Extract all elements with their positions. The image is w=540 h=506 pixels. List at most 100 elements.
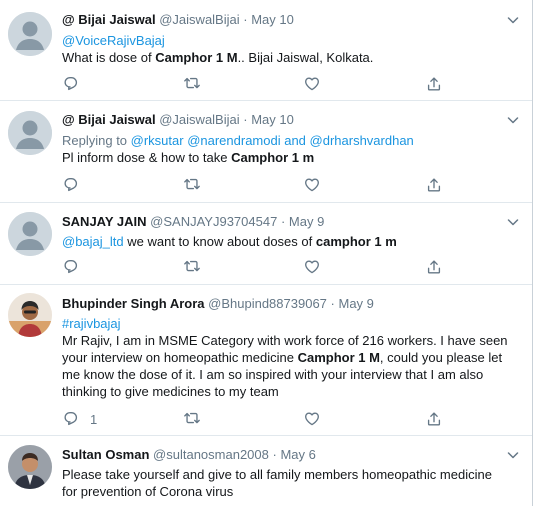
retweet-icon — [184, 412, 200, 424]
separator-dot: · — [280, 214, 286, 229]
text-line: me know the dose of it. I am so inspired… — [62, 367, 484, 382]
like-button[interactable] — [303, 176, 321, 194]
tweet-date[interactable]: May 10 — [251, 12, 294, 27]
reply-icon — [64, 77, 78, 91]
like-button[interactable] — [303, 75, 321, 93]
retweet-button[interactable] — [183, 75, 201, 93]
retweet-button[interactable] — [183, 176, 201, 194]
tweet-item[interactable]: Bhupinder Singh Arora @Bhupind88739067 ·… — [0, 285, 532, 436]
reply-icon — [64, 260, 78, 274]
separator-dot: · — [330, 296, 335, 311]
retweet-icon — [184, 178, 200, 190]
chevron-down-icon[interactable] — [506, 113, 520, 127]
avatar[interactable] — [8, 212, 52, 256]
text-line: Mr Rajiv, I am in MSME Category with wor… — [62, 333, 508, 348]
share-icon — [427, 260, 441, 274]
replying-to-label: Replying to — [62, 133, 131, 148]
reply-button[interactable] — [62, 258, 80, 276]
default-avatar-icon — [8, 111, 52, 155]
share-icon — [427, 412, 441, 426]
tweet-item[interactable]: @ Bijai Jaiswal @JaiswalBijai · May 10 @… — [0, 0, 532, 101]
share-button[interactable] — [425, 258, 443, 276]
tweet-header: SANJAY JAIN @SANJAYJ93704547 · May 9 — [62, 214, 324, 230]
heart-icon — [305, 178, 319, 192]
author-handle[interactable]: @SANJAYJ93704547 — [150, 214, 277, 229]
tweet-text: @bajaj_ltd we want to know about doses o… — [62, 233, 524, 250]
chevron-down-icon[interactable] — [506, 215, 520, 229]
tweet-actions — [56, 75, 476, 93]
tweet-date[interactable]: May 6 — [280, 447, 315, 462]
separator-dot: · — [243, 112, 248, 127]
tweet-text: Please take yourself and give to all fam… — [62, 466, 524, 500]
retweet-button[interactable] — [183, 258, 201, 276]
tweet-actions: 1 — [56, 410, 476, 428]
author-handle[interactable]: @JaiswalBijai — [159, 112, 239, 127]
tweet-date[interactable]: May 9 — [289, 214, 324, 229]
retweet-icon — [184, 77, 200, 89]
tweet-header: @ Bijai Jaiswal @JaiswalBijai · May 10 — [62, 12, 294, 28]
default-avatar-icon — [8, 12, 52, 56]
default-avatar-icon — [8, 212, 52, 256]
share-button[interactable] — [425, 176, 443, 194]
tweet-text: #rajivbajaj Mr Rajiv, I am in MSME Categ… — [62, 315, 524, 400]
tweet-item[interactable]: @ Bijai Jaiswal @JaiswalBijai · May 10 R… — [0, 101, 532, 203]
bold-text: Camphor 1 M — [297, 350, 380, 365]
retweet-icon — [184, 260, 200, 272]
heart-icon — [305, 412, 319, 426]
chevron-down-icon[interactable] — [506, 13, 520, 27]
tweet-item[interactable]: SANJAY JAIN @SANJAYJ93704547 · May 9 @ba… — [0, 203, 532, 285]
reply-button[interactable] — [62, 176, 80, 194]
share-icon — [427, 77, 441, 91]
author-handle[interactable]: @JaiswalBijai — [159, 12, 239, 27]
avatar[interactable] — [8, 293, 52, 337]
author-handle[interactable]: @sultanosman2008 — [153, 447, 269, 462]
heart-icon — [305, 260, 319, 274]
author-handle[interactable]: @Bhupind88739067 — [208, 296, 327, 311]
text-line: Please take yourself and give to all fam… — [62, 467, 492, 482]
tweet-header: @ Bijai Jaiswal @JaiswalBijai · May 10 — [62, 112, 294, 128]
tweet-header: Sultan Osman @sultanosman2008 · May 6 — [62, 447, 316, 463]
avatar[interactable] — [8, 111, 52, 155]
share-button[interactable] — [425, 410, 443, 428]
tweet-header: Bhupinder Singh Arora @Bhupind88739067 ·… — [62, 296, 374, 312]
tweet-date[interactable]: May 9 — [339, 296, 374, 311]
reply-button[interactable]: 1 — [62, 410, 97, 428]
reply-icon — [64, 412, 78, 426]
reply-icon — [64, 178, 78, 192]
author-name[interactable]: Sultan Osman — [62, 447, 149, 462]
like-button[interactable] — [303, 258, 321, 276]
hashtag-link[interactable]: #rajivbajaj — [62, 315, 524, 332]
bold-text: Camphor 1 m — [231, 150, 315, 165]
chevron-down-icon[interactable] — [506, 448, 520, 462]
text-segment: , could you please let — [379, 350, 503, 365]
text-segment: Pl inform dose & how to take — [62, 150, 232, 165]
tweet-text: @VoiceRajivBajaj What is dose of Camphor… — [62, 32, 524, 66]
retweet-button[interactable] — [183, 410, 201, 428]
author-name[interactable]: SANJAY JAIN — [62, 214, 147, 229]
profile-photo-icon — [8, 293, 52, 337]
text-segment: .. Bijai Jaiswal, Kolkata. — [237, 50, 374, 65]
separator-dot: · — [243, 12, 248, 27]
share-button[interactable] — [425, 75, 443, 93]
mention-link[interactable]: @bajaj_ltd — [62, 234, 124, 249]
author-name[interactable]: Bhupinder Singh Arora — [62, 296, 205, 311]
mention-link[interactable]: @VoiceRajivBajaj — [62, 32, 524, 49]
tweet-date[interactable]: May 10 — [251, 112, 294, 127]
avatar[interactable] — [8, 12, 52, 56]
like-button[interactable] — [303, 410, 321, 428]
author-name[interactable]: @ Bijai Jaiswal — [62, 112, 156, 127]
tweet-feed: @ Bijai Jaiswal @JaiswalBijai · May 10 @… — [0, 0, 533, 506]
tweet-item[interactable]: Sultan Osman @sultanosman2008 · May 6 Pl… — [0, 436, 532, 506]
profile-photo-icon — [8, 445, 52, 489]
reply-button[interactable] — [62, 75, 80, 93]
text-segment: your interview on homeopathic medicine — [62, 350, 298, 365]
avatar[interactable] — [8, 445, 52, 489]
bold-text: Camphor 1 M — [155, 50, 238, 65]
text-segment: we want to know about doses of — [123, 234, 316, 249]
share-icon — [427, 178, 441, 192]
separator-dot: · — [272, 447, 277, 462]
text-line: for prevention of Corona virus — [62, 484, 234, 499]
author-name[interactable]: @ Bijai Jaiswal — [62, 12, 156, 27]
text-line: thinking to give medicines to my team — [62, 384, 279, 399]
replying-to-handles[interactable]: @rksutar @narendramodi and @drharshvardh… — [131, 133, 414, 148]
